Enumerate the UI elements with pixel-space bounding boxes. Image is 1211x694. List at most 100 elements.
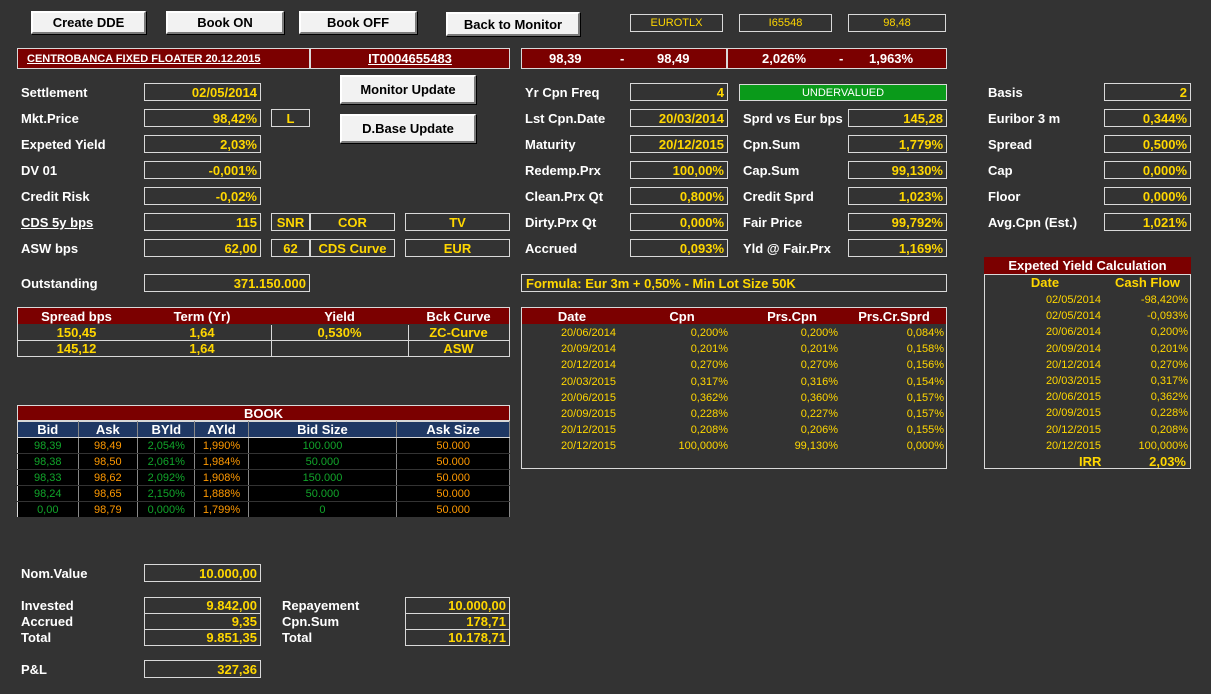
cell: 98,79 <box>78 501 139 518</box>
ask-price: 98,49 <box>657 51 690 66</box>
accrued-label: Accrued <box>525 241 578 256</box>
create-dde-button[interactable]: Create DDE <box>31 11 146 34</box>
redemp-field: 100,00% <box>630 161 728 179</box>
clean-price-label: Clean.Prx Qt <box>525 189 604 204</box>
basis-field[interactable]: 2 <box>1104 83 1191 101</box>
maturity-label: Maturity <box>525 137 576 152</box>
cell: 98,24 <box>17 485 79 502</box>
asw-field[interactable]: 62,00 <box>144 239 261 257</box>
mkt-price-flag[interactable]: L <box>271 109 310 127</box>
dash: - <box>620 51 625 66</box>
dv01-label: DV 01 <box>21 163 58 178</box>
pl-label: P&L <box>21 662 47 677</box>
cell: 20/12/2015 <box>560 440 616 453</box>
mkt-price-label: Mkt.Price <box>21 111 79 126</box>
back-to-monitor-button[interactable]: Back to Monitor <box>446 12 580 36</box>
cell: 98,38 <box>17 453 79 470</box>
cell: 0,317% <box>1150 375 1188 388</box>
nom-value-label: Nom.Value <box>21 566 88 581</box>
book-off-button[interactable]: Book OFF <box>299 11 417 34</box>
clean-price-field: 0,800% <box>630 187 728 205</box>
cap-label: Cap <box>988 163 1013 178</box>
sprd-eur-field: 145,28 <box>848 109 947 127</box>
dash: - <box>839 51 844 66</box>
cell: ASW <box>443 341 474 356</box>
cell: 2,092% <box>137 469 196 486</box>
cell: 98,49 <box>78 437 139 454</box>
redemp-label: Redemp.Prx <box>525 163 601 178</box>
expeted-yield-field: 2,03% <box>144 135 261 153</box>
dbase-update-button[interactable]: D.Base Update <box>340 114 476 143</box>
col-header: Ask <box>78 421 139 438</box>
cell: 0,00 <box>17 501 79 518</box>
cpn-sum-field: 178,71 <box>405 613 510 630</box>
cds-cor-field[interactable]: COR <box>310 213 395 231</box>
outstanding-field: 371.150.000 <box>144 274 310 292</box>
dirty-price-field: 0,000% <box>630 213 728 231</box>
cell: 98,50 <box>78 453 139 470</box>
col-header: Cpn <box>669 308 695 324</box>
cell: 0,228% <box>690 408 728 421</box>
market-field: EUROTLX <box>630 14 723 32</box>
cell: 20/12/2015 <box>560 424 616 437</box>
cds-field[interactable]: 115 <box>144 213 261 231</box>
cap-field: 0,000% <box>1104 161 1191 179</box>
cell: 0,200% <box>690 327 728 340</box>
table-row: 20/12/2015 100,000% <box>985 438 1190 454</box>
mkt-price-field[interactable]: 98,42% <box>144 109 261 127</box>
cell: 150.000 <box>248 469 398 486</box>
yld-fair-label: Yld @ Fair.Prx <box>743 241 831 256</box>
cell: 0,154% <box>906 375 944 388</box>
cds-curve-field[interactable]: CDS Curve <box>310 239 395 257</box>
cell: 100.000 <box>248 437 398 454</box>
cell: 1,990% <box>194 437 249 454</box>
isin-link[interactable]: IT0004655483 <box>310 48 510 69</box>
cell: 99,130% <box>794 440 838 453</box>
cell: 50.000 <box>248 453 398 470</box>
cell: 20/03/2015 <box>1045 375 1101 388</box>
yr-cpn-freq-field: 4 <box>630 83 728 101</box>
ask-yield: 1,963% <box>869 51 914 66</box>
cell: 0,270% <box>800 359 838 372</box>
spread-table: Spread bps Term (Yr) Yield Bck Curve 150… <box>17 307 510 357</box>
col-header: BYld <box>137 421 196 438</box>
cds-tv-field[interactable]: TV <box>405 213 510 231</box>
invested-field: 9.842,00 <box>144 597 261 614</box>
outstanding-label: Outstanding <box>21 276 98 291</box>
euribor-label: Euribor 3 m <box>988 111 1061 126</box>
cds-link[interactable]: CDS 5y bps <box>21 215 93 230</box>
table-row: 98,38 98,50 2,061% 1,984% 50.000 50.000 <box>17 453 510 470</box>
book-on-button[interactable]: Book ON <box>166 11 284 34</box>
table-row: 20/06/2015 0,362% <box>985 389 1190 405</box>
col-header: Ask Size <box>396 421 510 438</box>
invested-label: Invested <box>21 598 74 613</box>
cell: 02/05/2014 <box>1045 310 1101 323</box>
cell: 0,208% <box>690 424 728 437</box>
cell: 0,156% <box>906 359 944 372</box>
table-row: 20/06/2014 0,200% <box>985 324 1190 340</box>
dirty-price-label: Dirty.Prx Qt <box>525 215 597 230</box>
cell: 20/09/2015 <box>1045 407 1101 420</box>
cell: 20/09/2014 <box>1045 342 1101 355</box>
settlement-field[interactable]: 02/05/2014 <box>144 83 261 101</box>
cds-snr-field[interactable]: SNR <box>271 213 310 231</box>
currency-field[interactable]: EUR <box>405 239 510 257</box>
nom-value-field[interactable]: 10.000,00 <box>144 564 261 582</box>
cell: 20/03/2015 <box>560 375 616 388</box>
yield-calc-title: Expeted Yield Calculation <box>984 257 1191 274</box>
bond-name-link[interactable]: CENTROBANCA FIXED FLOATER 20.12.2015 <box>17 48 310 69</box>
cell: 98,65 <box>78 485 139 502</box>
col-header: Spread bps <box>41 308 112 324</box>
yield-quote-bar: 2,026% - 1,963% <box>727 48 947 69</box>
col-header: Cash Flow <box>1114 275 1180 290</box>
valuation-status-badge: UNDERVALUED <box>739 84 947 101</box>
cell: 145,12 <box>56 341 97 356</box>
cell: 50.000 <box>248 485 398 502</box>
asw-62-field[interactable]: 62 <box>271 239 310 257</box>
table-row: 20/09/2015 0,228% <box>985 405 1190 421</box>
asw-label: ASW bps <box>21 241 79 256</box>
col-header: Prs.Cpn <box>767 308 817 324</box>
cell: 0,208% <box>1150 423 1188 436</box>
coupon-schedule-table: Date Cpn Prs.Cpn Prs.Cr.Sprd 20/06/2014 0… <box>521 307 947 469</box>
monitor-update-button[interactable]: Monitor Update <box>340 75 476 104</box>
